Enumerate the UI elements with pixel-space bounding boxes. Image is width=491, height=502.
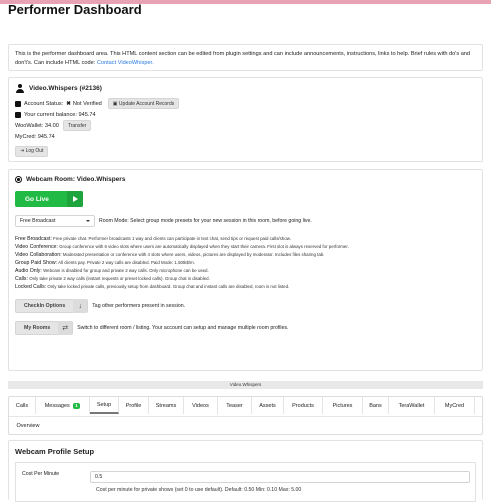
tabs-divider	[9, 416, 482, 417]
tab-pictures[interactable]: Pictures	[323, 397, 363, 414]
mode-item: Video Collaboration: Moderated presentat…	[15, 252, 325, 259]
contact-link[interactable]: Contact VideoWhisper.	[97, 60, 154, 66]
cost-per-minute-input[interactable]: 0.5	[90, 471, 470, 483]
tab-products[interactable]: Products	[284, 397, 323, 414]
cost-per-minute-label: Cost Per Minute	[22, 471, 60, 477]
dropdown-caret-icon	[86, 220, 90, 222]
mode-item: Video Conference: Group conference with …	[15, 244, 349, 251]
cost-per-minute-help: Cost per minute for private shows (set 0…	[96, 487, 302, 493]
messages-count-badge: 1	[72, 402, 81, 409]
tab-streams[interactable]: Streams	[149, 397, 184, 414]
account-section: Video.Whispers (#2136) Account Status: ✖…	[8, 77, 483, 162]
tab-setup[interactable]: Setup	[90, 397, 119, 414]
tab-bans[interactable]: Bans	[363, 397, 389, 414]
tab-profile[interactable]: Profile	[119, 397, 149, 414]
account-name: Video.Whispers (#2136)	[29, 85, 102, 92]
tab-mycred[interactable]: MyCred	[435, 397, 475, 414]
webcam-profile-setup: Webcam Profile Setup Cost Per Minute 0.5…	[8, 440, 483, 502]
tab-calls[interactable]: Calls	[9, 397, 36, 414]
checkin-help: Tag other performers present in session.	[92, 303, 186, 310]
webcam-room-title: Webcam Room: Video.Whispers	[26, 176, 126, 183]
room-mode-help: Room Mode: Select group mode presets for…	[99, 218, 312, 224]
tab-assets[interactable]: Assets	[252, 397, 284, 414]
account-name-row: Video.Whispers (#2136)	[15, 84, 476, 93]
room-owner-bar: Video.Whispers	[8, 381, 483, 389]
account-status-value: Not Verified	[72, 100, 102, 107]
transfer-button[interactable]: Transfer	[62, 120, 92, 131]
balance-text: Your current balance: 945.74	[24, 111, 96, 118]
update-icon: ▣	[112, 100, 118, 107]
mode-item: Free Broadcast: Free private chat. Perfo…	[15, 236, 291, 242]
tab-overview[interactable]: Overview	[9, 417, 47, 434]
tab-terawallet[interactable]: TeraWallet	[389, 397, 435, 414]
woowallet-text: WooWallet: 34.00	[15, 122, 59, 129]
mode-item: Audio Only: Webcam is disabled for group…	[15, 268, 209, 275]
room-mode-select[interactable]: Free Broadcast	[15, 215, 95, 227]
user-icon	[15, 84, 24, 93]
account-status-icon	[15, 100, 21, 107]
play-icon	[67, 191, 83, 207]
tab-messages[interactable]: Messages 1	[36, 397, 90, 414]
intro-text: This is the performer dashboard area. Th…	[15, 51, 471, 66]
update-account-button[interactable]: ▣ Update Account Records	[107, 98, 180, 109]
arrow-down-icon: ↓	[73, 299, 88, 314]
mode-item: Calls: Only take private 2 way calls (in…	[15, 276, 210, 283]
not-verified-icon: ✖	[66, 100, 71, 107]
tab-teaser[interactable]: Teaser	[218, 397, 252, 414]
logout-button[interactable]: ⇥ Log Out	[15, 145, 49, 157]
balance-icon	[15, 111, 21, 118]
intro-section: This is the performer dashboard area. Th…	[8, 44, 483, 71]
page-title: Performer Dashboard	[8, 2, 142, 17]
go-live-button[interactable]: Go Live	[15, 191, 83, 207]
account-status-label: Account Status:	[24, 100, 64, 107]
dashboard-tabs: Calls Messages 1 Setup Profile Streams V…	[8, 396, 483, 435]
mode-item: Group Paid Show: All clients pay. Privat…	[15, 260, 195, 267]
my-rooms-button[interactable]: My Rooms ⇄	[15, 321, 74, 336]
mycred-text: MyCred: 945.74	[15, 133, 55, 140]
mode-item: Locked Calls: Only take locked private c…	[15, 284, 290, 291]
cost-per-minute-field: Cost Per Minute 0.5 Cost per minute for …	[15, 462, 476, 502]
webcam-room-section: Webcam Room: Video.Whispers Go Live Free…	[8, 169, 483, 371]
profile-setup-title: Webcam Profile Setup	[15, 447, 95, 456]
my-rooms-help: Switch to different room / listing. Your…	[77, 325, 289, 332]
checkin-options-button[interactable]: CheckIn Options ↓	[15, 299, 89, 314]
webcam-icon	[15, 176, 22, 183]
room-modes-list: Free Broadcast: Free private chat. Perfo…	[15, 235, 476, 291]
swap-icon: ⇄	[58, 321, 73, 336]
tab-videos[interactable]: Videos	[184, 397, 218, 414]
logout-icon: ⇥	[20, 148, 25, 154]
